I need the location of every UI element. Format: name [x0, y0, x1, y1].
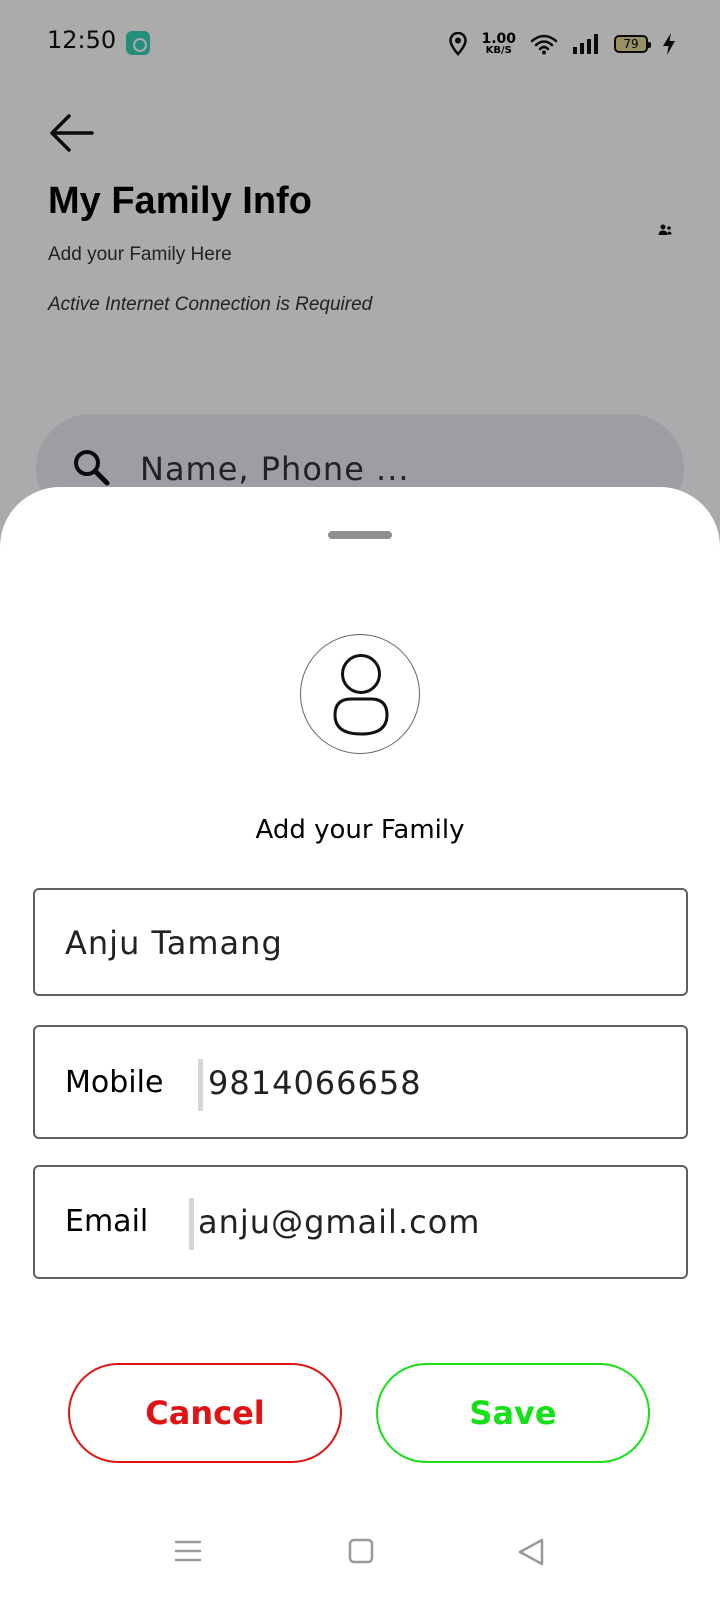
email-field[interactable]: Email anju@gmail.com	[33, 1165, 688, 1279]
email-divider	[189, 1198, 194, 1250]
save-button[interactable]: Save	[376, 1363, 650, 1463]
email-input[interactable]: anju@gmail.com	[198, 1203, 480, 1241]
home-icon[interactable]	[348, 1538, 374, 1564]
name-field[interactable]: Anju Tamang	[33, 888, 688, 996]
mobile-input[interactable]: 9814066658	[208, 1064, 422, 1102]
menu-icon[interactable]	[175, 1538, 201, 1564]
email-label: Email	[65, 1204, 149, 1239]
cancel-button[interactable]: Cancel	[68, 1363, 342, 1463]
sheet-heading: Add your Family	[255, 815, 465, 845]
drag-handle[interactable]	[328, 531, 392, 539]
avatar[interactable]	[300, 634, 420, 754]
mobile-divider	[198, 1059, 203, 1111]
mobile-label: Mobile	[65, 1065, 164, 1100]
back-triangle-icon[interactable]	[518, 1538, 544, 1566]
mobile-field[interactable]: Mobile 9814066658	[33, 1025, 688, 1139]
name-input[interactable]: Anju Tamang	[65, 924, 283, 962]
person-icon	[333, 654, 389, 736]
